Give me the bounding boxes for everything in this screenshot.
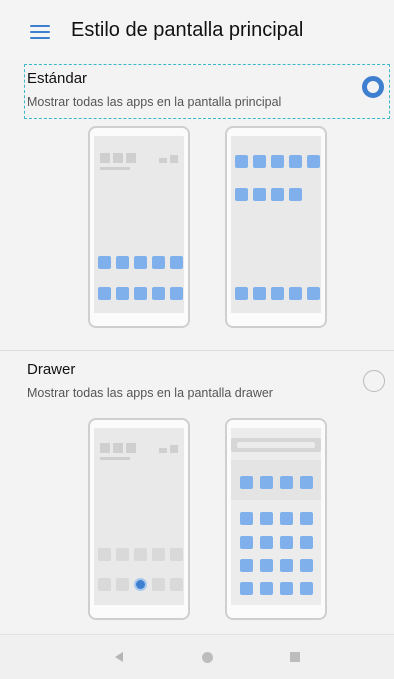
option-standard-description[interactable]: Mostrar todas las apps en la pantalla pr… bbox=[27, 95, 281, 109]
option-standard-radio[interactable] bbox=[362, 76, 384, 98]
option-standard-title[interactable]: Estándar bbox=[27, 70, 87, 87]
drawer-launcher-dot bbox=[134, 578, 147, 591]
recents-square-icon[interactable] bbox=[290, 652, 300, 662]
hamburger-menu-icon[interactable] bbox=[30, 24, 50, 40]
drawer-preview-home bbox=[88, 418, 190, 620]
drawer-preview-appdrawer bbox=[225, 418, 327, 620]
app-header: Estilo de pantalla principal bbox=[0, 0, 394, 62]
option-drawer-title[interactable]: Drawer bbox=[27, 361, 75, 378]
standard-preview-page2 bbox=[225, 126, 327, 328]
home-circle-icon[interactable] bbox=[202, 652, 213, 663]
option-drawer-radio[interactable] bbox=[363, 370, 385, 392]
back-triangle-icon[interactable] bbox=[115, 652, 123, 662]
section-divider bbox=[0, 350, 394, 351]
option-drawer-description[interactable]: Mostrar todas las apps en la pantalla dr… bbox=[27, 386, 273, 400]
standard-preview-home bbox=[88, 126, 190, 328]
system-navigation-bar bbox=[0, 634, 394, 679]
page-title: Estilo de pantalla principal bbox=[71, 19, 304, 41]
